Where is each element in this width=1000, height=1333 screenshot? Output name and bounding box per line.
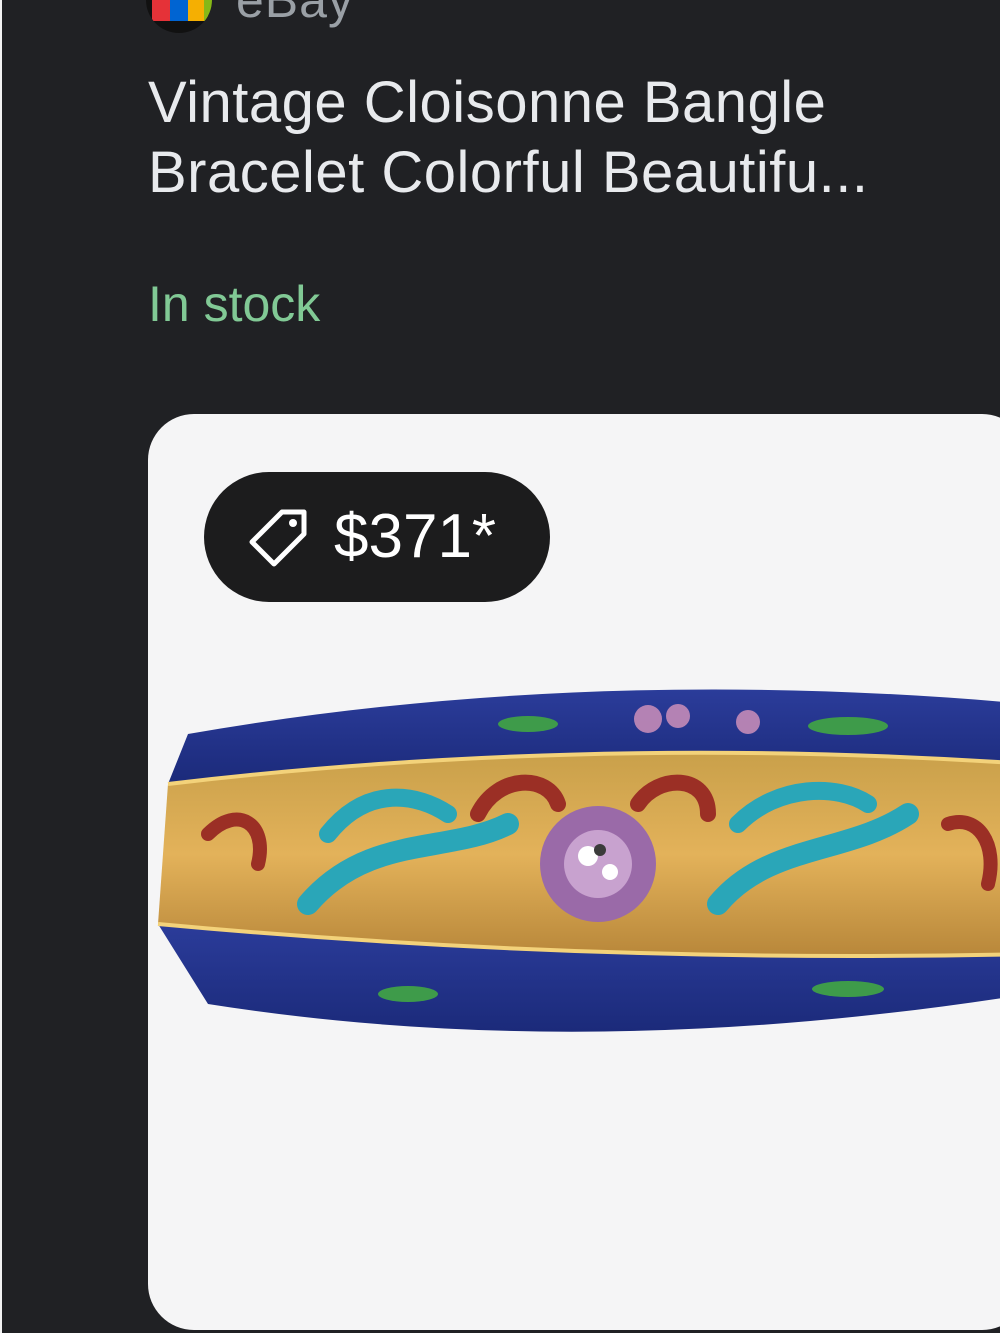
price-chip: $371* [204, 472, 550, 602]
cloisonne-bangle-image [157, 689, 1000, 1032]
product-title-line-1: Vintage Cloisonne Bangle [148, 70, 827, 135]
source-row[interactable]: eBay [146, 0, 354, 33]
price-text: $371* [334, 502, 497, 571]
product-image-card[interactable]: $371* [148, 414, 1000, 1330]
availability-status: In stock [148, 276, 321, 332]
product-title-line-2: Bracelet Colorful Beautifu... [148, 140, 869, 205]
screen-edge [0, 0, 2, 1333]
shopping-result-page: eBay Vintage Cloisonne Bangle Bracelet C… [0, 0, 1000, 1333]
source-name: eBay [236, 0, 354, 28]
ebay-favicon-icon [146, 0, 212, 33]
product-title[interactable]: Vintage Cloisonne Bangle Bracelet Colorf… [148, 68, 1000, 208]
price-tag-icon [249, 509, 307, 567]
